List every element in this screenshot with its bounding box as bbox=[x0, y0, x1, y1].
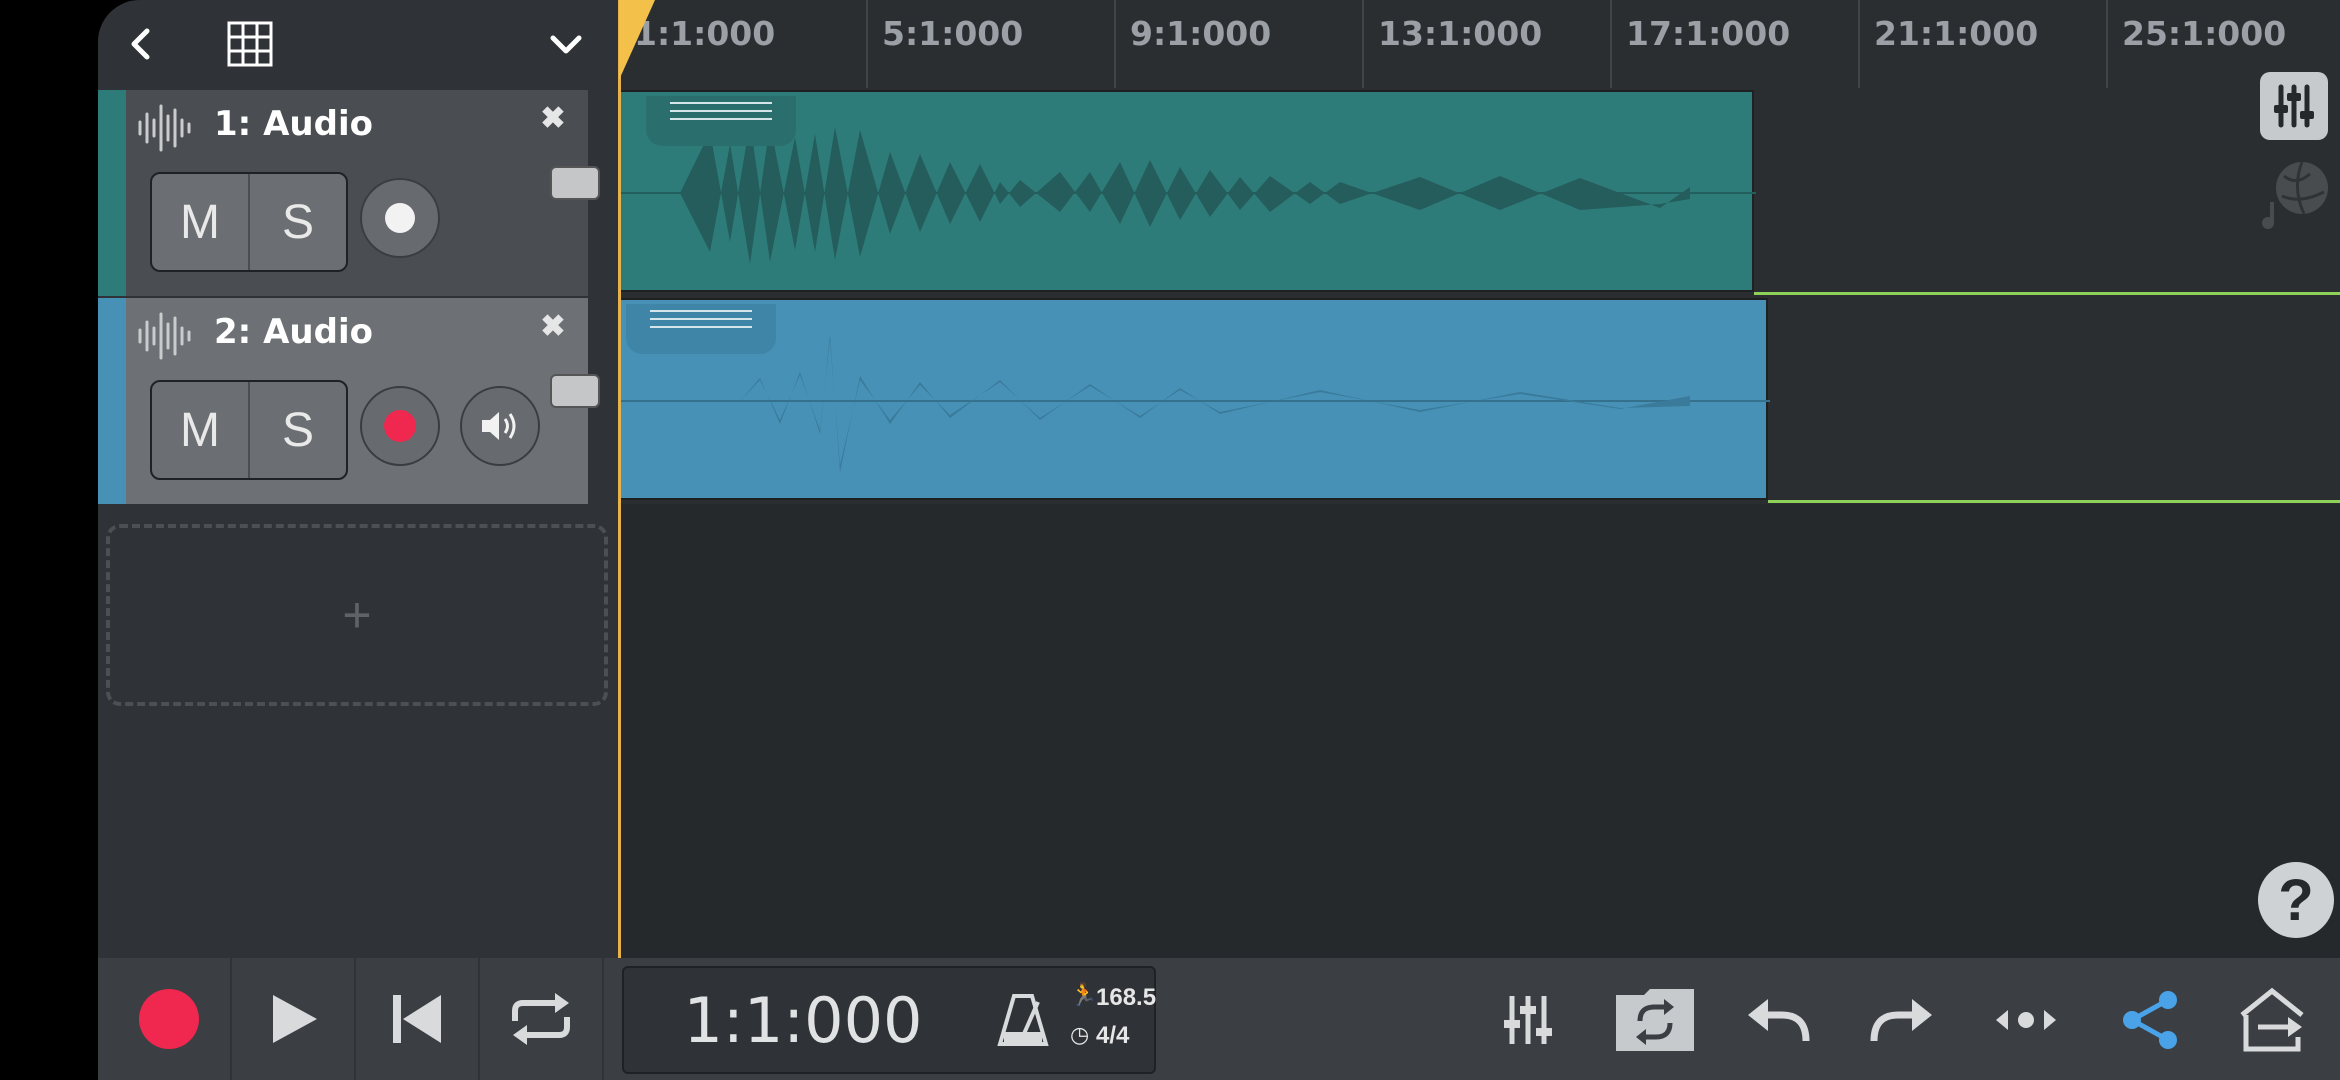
mixer-icon bbox=[1504, 996, 1552, 1044]
mute-button[interactable]: M bbox=[152, 382, 250, 478]
time-signature: 4/4 bbox=[1096, 1022, 1130, 1049]
record-arm-button[interactable] bbox=[360, 178, 440, 258]
track-name[interactable]: 1: Audio bbox=[214, 104, 373, 144]
record-icon bbox=[139, 989, 199, 1049]
volume-slider-handle[interactable] bbox=[550, 374, 600, 408]
audio-waveform-icon bbox=[138, 312, 191, 360]
playhead-marker[interactable] bbox=[619, 0, 655, 80]
share-button[interactable] bbox=[2110, 982, 2190, 1058]
play-button[interactable] bbox=[232, 958, 356, 1080]
track-2-header[interactable]: 2: Audio ✖ M S bbox=[98, 298, 600, 504]
track-color-strip bbox=[98, 298, 126, 504]
transport-bar: 1:1:000 🏃 168.5 ◷ 4/4 bbox=[98, 958, 2340, 1080]
ruler-marker: 25:1:000 bbox=[2106, 0, 2286, 88]
track-list: 1: Audio ✖ M S 2: Audio ✖ M S + bbox=[98, 88, 618, 958]
menu-dropdown-button[interactable] bbox=[536, 14, 596, 74]
zoom-fit-button[interactable] bbox=[1986, 982, 2066, 1058]
app-window: 1:1:000 5:1:000 9:1:000 13:1:000 17:1:00… bbox=[98, 0, 2340, 1080]
playhead-line bbox=[618, 0, 621, 958]
share-icon bbox=[2123, 991, 2177, 1049]
export-button[interactable] bbox=[2232, 982, 2312, 1058]
audio-waveform-icon bbox=[138, 104, 191, 152]
clip-drag-handle[interactable] bbox=[646, 96, 796, 146]
mute-button[interactable]: M bbox=[152, 174, 250, 270]
delete-track-button[interactable]: ✖ bbox=[538, 312, 568, 342]
time-display[interactable]: 1:1:000 bbox=[622, 966, 984, 1074]
ruler-marker: 9:1:000 bbox=[1114, 0, 1271, 88]
ruler-marker: 5:1:000 bbox=[866, 0, 1023, 88]
metronome-icon bbox=[997, 994, 1049, 1046]
speaker-icon bbox=[482, 412, 516, 440]
chevron-left-icon bbox=[131, 28, 150, 60]
record-armed-icon bbox=[384, 410, 416, 442]
arrangement-area[interactable] bbox=[618, 88, 2340, 958]
clock-icon: ◷ bbox=[1070, 1022, 1090, 1047]
audio-clip-1[interactable] bbox=[618, 90, 1756, 292]
loop-button[interactable] bbox=[480, 958, 604, 1080]
track-color-strip bbox=[98, 90, 126, 296]
loop-region-line bbox=[1754, 292, 2340, 295]
rewind-to-start-button[interactable] bbox=[356, 958, 480, 1080]
tempo-metronome-box[interactable]: 🏃 168.5 ◷ 4/4 bbox=[982, 966, 1156, 1074]
export-icon bbox=[2240, 987, 2304, 1052]
loop-icon bbox=[512, 993, 570, 1045]
chevron-down-icon bbox=[550, 35, 582, 54]
add-track-button[interactable]: + bbox=[106, 524, 608, 706]
timeline-ruler[interactable]: 1:1:000 5:1:000 9:1:000 13:1:000 17:1:00… bbox=[618, 0, 2340, 90]
sound-library-icon[interactable] bbox=[2258, 156, 2334, 232]
record-arm-off-icon bbox=[385, 203, 415, 233]
redo-icon bbox=[1870, 999, 1932, 1042]
undo-icon bbox=[1748, 999, 1810, 1042]
record-arm-button[interactable] bbox=[360, 386, 440, 466]
ruler-marker: 13:1:000 bbox=[1362, 0, 1542, 88]
solo-button[interactable]: S bbox=[250, 382, 346, 478]
volume-slider-handle[interactable] bbox=[550, 166, 600, 200]
plus-icon: + bbox=[342, 587, 372, 643]
sliders-icon bbox=[2274, 84, 2314, 128]
ruler-marker: 21:1:000 bbox=[1858, 0, 2038, 88]
clip-drag-handle[interactable] bbox=[626, 304, 776, 354]
clip-waveform bbox=[620, 334, 1770, 472]
solo-button[interactable]: S bbox=[250, 174, 346, 270]
grid-button[interactable] bbox=[220, 14, 280, 74]
track-1-lane[interactable] bbox=[618, 88, 2340, 296]
track-1-header[interactable]: 1: Audio ✖ M S bbox=[98, 90, 600, 296]
back-button[interactable] bbox=[112, 14, 172, 74]
folder-sync-icon bbox=[1616, 989, 1694, 1051]
track-2-lane[interactable] bbox=[618, 296, 2340, 504]
mute-solo-group: M S bbox=[150, 380, 348, 480]
delete-track-button[interactable]: ✖ bbox=[538, 104, 568, 134]
monitor-button[interactable] bbox=[460, 386, 540, 466]
mixer-button[interactable] bbox=[1488, 982, 1568, 1058]
mute-solo-group: M S bbox=[150, 172, 348, 272]
grid-icon bbox=[227, 21, 273, 67]
ruler-marker: 17:1:000 bbox=[1610, 0, 1790, 88]
running-figure-icon: 🏃 bbox=[1070, 982, 1098, 1007]
tempo-value: 168.5 bbox=[1096, 984, 1157, 1011]
track-mixer-button[interactable] bbox=[2260, 72, 2328, 140]
help-button[interactable]: ? bbox=[2258, 862, 2334, 938]
undo-button[interactable] bbox=[1738, 982, 1818, 1058]
sync-folder-button[interactable] bbox=[1612, 982, 1698, 1058]
redo-button[interactable] bbox=[1862, 982, 1942, 1058]
horizontal-expand-icon bbox=[1996, 1010, 2056, 1030]
loop-region-line bbox=[1768, 500, 2340, 503]
skip-to-start-icon bbox=[393, 995, 441, 1043]
question-mark-icon: ? bbox=[2278, 867, 2314, 933]
track-name[interactable]: 2: Audio bbox=[214, 312, 373, 352]
audio-clip-2[interactable] bbox=[618, 298, 1770, 500]
play-icon bbox=[273, 995, 317, 1043]
record-button[interactable] bbox=[108, 958, 232, 1080]
track-panel-toolbar bbox=[98, 0, 618, 88]
